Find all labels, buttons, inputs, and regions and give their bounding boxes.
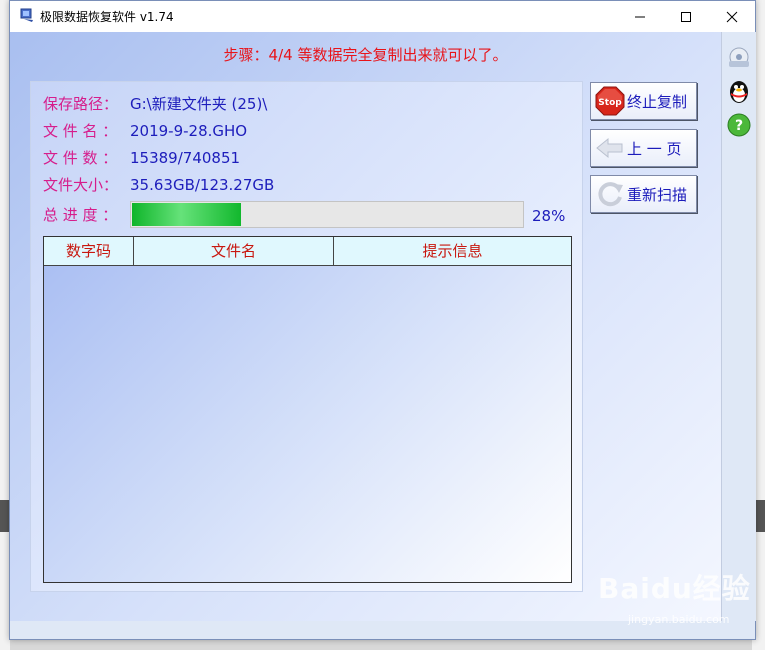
arrow-left-icon [593,131,627,165]
stop-copy-button[interactable]: Stop 终止复制 [590,82,697,120]
stop-sign-icon: Stop [593,84,627,118]
window-title: 极限数据恢复软件 v1.74 [40,10,174,24]
rescan-label: 重新扫描 [627,185,688,204]
file-name-value: 2019-9-28.GHO [130,122,248,140]
watermark-url: jingyan.baidu.com [628,613,730,626]
file-table[interactable]: 数字码 文件名 提示信息 [43,236,572,583]
table-header: 数字码 文件名 提示信息 [44,237,571,266]
stop-copy-label: 终止复制 [627,92,688,111]
column-header-filename[interactable]: 文件名 [134,237,334,265]
file-count-label: 文 件 数 ： [43,149,118,167]
minimize-icon [635,16,645,17]
svg-text:Stop: Stop [598,98,622,108]
maximize-icon [681,11,691,22]
watermark-logo: Baidu经验 [598,572,751,605]
file-size-value: 35.63GB/123.27GB [130,176,275,194]
rescan-button[interactable]: 重新扫描 [590,175,697,213]
progress-bar [130,201,524,228]
column-header-code[interactable]: 数字码 [44,237,134,265]
save-path-label: 保存路径： [43,95,119,113]
save-path-value: G:\新建文件夹 (25)\ [130,95,268,113]
progress-percent: 28% [532,207,566,225]
progress-label: 总 进 度 ： [43,206,118,224]
help-icon[interactable]: ? [726,112,752,138]
monitor-disk-icon [19,8,35,24]
step-instruction: 步骤：4/4 等数据完全复制出来就可以了。 [223,46,508,64]
file-count-value: 15389/740851 [130,149,241,167]
settings-icon[interactable] [726,44,752,70]
close-icon [726,11,738,22]
progress-fill [132,203,241,226]
qq-penguin-icon[interactable] [726,78,752,104]
previous-page-label: 上 一 页 [627,139,682,158]
file-name-label: 文 件 名 ： [43,122,118,140]
refresh-icon [593,177,627,211]
client-area: 步骤：4/4 等数据完全复制出来就可以了。 保存路径： G:\新建文件夹 (25… [10,32,721,621]
minimize-button[interactable] [617,1,663,32]
previous-page-button[interactable]: 上 一 页 [590,129,697,167]
file-size-label: 文件大小： [43,176,119,194]
maximize-button[interactable] [663,1,709,32]
close-button[interactable] [709,1,755,32]
title-bar[interactable]: 极限数据恢复软件 v1.74 [10,1,755,32]
side-toolbar: ? [721,32,756,621]
app-window: 极限数据恢复软件 v1.74 步骤：4/4 等数据完全复制出来就可以了。 保存路… [9,0,756,640]
recovery-panel: 保存路径： G:\新建文件夹 (25)\ 文 件 名 ： 2019-9-28.G… [30,81,583,592]
column-header-info[interactable]: 提示信息 [334,237,571,265]
svg-text:?: ? [735,118,743,134]
